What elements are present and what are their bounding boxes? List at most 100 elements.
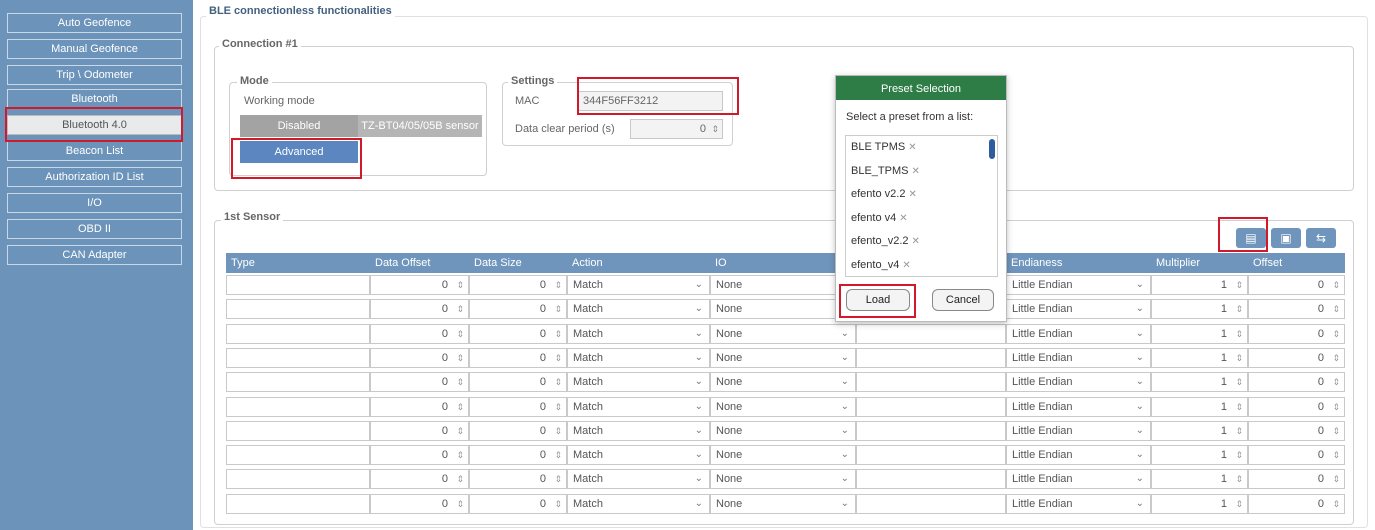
type-input[interactable] (226, 396, 370, 417)
chevron-down-icon[interactable]: ⌄ (695, 470, 703, 488)
data-size-input[interactable]: 0 ⇕ (469, 493, 567, 514)
chevron-down-icon[interactable]: ⌄ (1136, 300, 1144, 318)
multiplier-input[interactable]: 1 ⇕ (1151, 372, 1248, 393)
offset-input[interactable]: 0 ⇕ (1248, 372, 1345, 393)
spinner-icon[interactable]: ⇕ (456, 349, 464, 367)
chevron-down-icon[interactable]: ⌄ (1136, 422, 1144, 440)
chevron-down-icon[interactable]: ⌄ (695, 495, 703, 513)
preset-item[interactable]: BLE TPMS ✕ (846, 136, 997, 160)
io-select[interactable]: None ⌄ (710, 469, 856, 490)
spinner-icon[interactable]: ⇕ (456, 276, 464, 294)
sensor-mode-button[interactable]: TZ-BT04/05/05B sensor (358, 115, 482, 137)
value-input[interactable] (856, 493, 1006, 514)
spinner-icon[interactable]: ⇕ (456, 446, 464, 464)
data-size-input[interactable]: 0 ⇕ (469, 323, 567, 344)
action-select[interactable]: Match ⌄ (567, 275, 710, 295)
offset-input[interactable]: 0 ⇕ (1248, 420, 1345, 441)
chevron-down-icon[interactable]: ⌄ (695, 276, 703, 294)
type-input[interactable] (226, 299, 370, 320)
io-select[interactable]: None ⌄ (710, 420, 856, 441)
multiplier-input[interactable]: 1 ⇕ (1151, 493, 1248, 514)
value-input[interactable] (856, 396, 1006, 417)
value-input[interactable] (856, 445, 1006, 466)
io-select[interactable]: None ⌄ (710, 396, 856, 417)
remove-icon[interactable]: ✕ (899, 213, 907, 224)
spinner-icon[interactable]: ⇕ (1235, 398, 1243, 416)
data-size-input[interactable]: 0 ⇕ (469, 420, 567, 441)
sidebar-item-manual-geofence[interactable]: Manual Geofence (7, 39, 182, 59)
endianess-select[interactable]: Little Endian ⌄ (1006, 420, 1151, 441)
preset-item[interactable]: efento v4 ✕ (846, 207, 997, 231)
chevron-down-icon[interactable]: ⌄ (841, 495, 849, 513)
type-input[interactable] (226, 372, 370, 393)
offset-input[interactable]: 0 ⇕ (1248, 396, 1345, 417)
sidebar-item-auto-geofence[interactable]: Auto Geofence (7, 13, 182, 33)
endianess-select[interactable]: Little Endian ⌄ (1006, 323, 1151, 344)
spinner-icon[interactable]: ⇕ (554, 349, 562, 367)
data-offset-input[interactable]: 0 ⇕ (370, 493, 469, 514)
data-size-input[interactable]: 0 ⇕ (469, 445, 567, 466)
chevron-down-icon[interactable]: ⌄ (695, 446, 703, 464)
data-size-input[interactable]: 0 ⇕ (469, 275, 567, 295)
multiplier-input[interactable]: 1 ⇕ (1151, 275, 1248, 295)
spinner-icon[interactable]: ⇕ (1235, 422, 1243, 440)
spinner-icon[interactable]: ⇕ (1332, 276, 1340, 294)
data-offset-input[interactable]: 0 ⇕ (370, 299, 469, 320)
offset-input[interactable]: 0 ⇕ (1248, 493, 1345, 514)
spinner-icon[interactable]: ⇕ (554, 325, 562, 343)
io-select[interactable]: None ⌄ (710, 372, 856, 393)
action-select[interactable]: Match ⌄ (567, 469, 710, 490)
chevron-down-icon[interactable]: ⌄ (841, 422, 849, 440)
chevron-down-icon[interactable]: ⌄ (1136, 325, 1144, 343)
value-input[interactable] (856, 323, 1006, 344)
action-select[interactable]: Match ⌄ (567, 299, 710, 320)
data-offset-input[interactable]: 0 ⇕ (370, 469, 469, 490)
value-input[interactable] (856, 372, 1006, 393)
chevron-down-icon[interactable]: ⌄ (695, 325, 703, 343)
spinner-icon[interactable]: ⇕ (456, 373, 464, 391)
preset-item[interactable]: efento_v4 ✕ (846, 254, 997, 277)
spinner-icon[interactable]: ⇕ (456, 495, 464, 513)
value-input[interactable] (856, 347, 1006, 368)
action-select[interactable]: Match ⌄ (567, 396, 710, 417)
endianess-select[interactable]: Little Endian ⌄ (1006, 299, 1151, 320)
endianess-select[interactable]: Little Endian ⌄ (1006, 275, 1151, 295)
chevron-down-icon[interactable]: ⌄ (841, 349, 849, 367)
advanced-button[interactable]: Advanced (240, 141, 358, 163)
multiplier-input[interactable]: 1 ⇕ (1151, 299, 1248, 320)
remove-icon[interactable]: ✕ (912, 236, 920, 247)
action-select[interactable]: Match ⌄ (567, 372, 710, 393)
multiplier-input[interactable]: 1 ⇕ (1151, 420, 1248, 441)
action-select[interactable]: Match ⌄ (567, 493, 710, 514)
endianess-select[interactable]: Little Endian ⌄ (1006, 469, 1151, 490)
sidebar-item-bluetooth-4[interactable]: Bluetooth 4.0 (7, 115, 182, 135)
spinner-icon[interactable]: ⇕ (1235, 446, 1243, 464)
preset-item[interactable]: efento_v2.2 ✕ (846, 230, 997, 254)
multiplier-input[interactable]: 1 ⇕ (1151, 469, 1248, 490)
chevron-down-icon[interactable]: ⌄ (695, 398, 703, 416)
spinner-icon[interactable]: ⇕ (1235, 470, 1243, 488)
spinner-icon[interactable]: ⇕ (554, 276, 562, 294)
chevron-down-icon[interactable]: ⌄ (841, 470, 849, 488)
spinner-icon[interactable]: ⇕ (1235, 373, 1243, 391)
sidebar-item-bluetooth[interactable]: Bluetooth (7, 89, 182, 109)
preset-list[interactable]: BLE TPMS ✕ BLE_TPMS ✕ efento v2.2 ✕ efento … (845, 135, 998, 277)
offset-input[interactable]: 0 ⇕ (1248, 469, 1345, 490)
load-button[interactable]: Load (846, 289, 910, 311)
type-input[interactable] (226, 323, 370, 344)
chevron-down-icon[interactable]: ⌄ (841, 373, 849, 391)
spinner-icon[interactable]: ⇕ (456, 300, 464, 318)
spinner-icon[interactable]: ⇕ (1332, 422, 1340, 440)
chevron-down-icon[interactable]: ⌄ (1136, 349, 1144, 367)
io-select[interactable]: None ⌄ (710, 347, 856, 368)
chevron-down-icon[interactable]: ⌄ (1136, 446, 1144, 464)
sidebar-item-io[interactable]: I/O (7, 193, 182, 213)
data-offset-input[interactable]: 0 ⇕ (370, 323, 469, 344)
spinner-icon[interactable]: ⇕ (1235, 276, 1243, 294)
spinner-icon[interactable]: ⇕ (456, 422, 464, 440)
spinner-icon[interactable]: ⇕ (1332, 470, 1340, 488)
multiplier-input[interactable]: 1 ⇕ (1151, 445, 1248, 466)
io-select[interactable]: None ⌄ (710, 445, 856, 466)
endianess-select[interactable]: Little Endian ⌄ (1006, 347, 1151, 368)
data-offset-input[interactable]: 0 ⇕ (370, 347, 469, 368)
